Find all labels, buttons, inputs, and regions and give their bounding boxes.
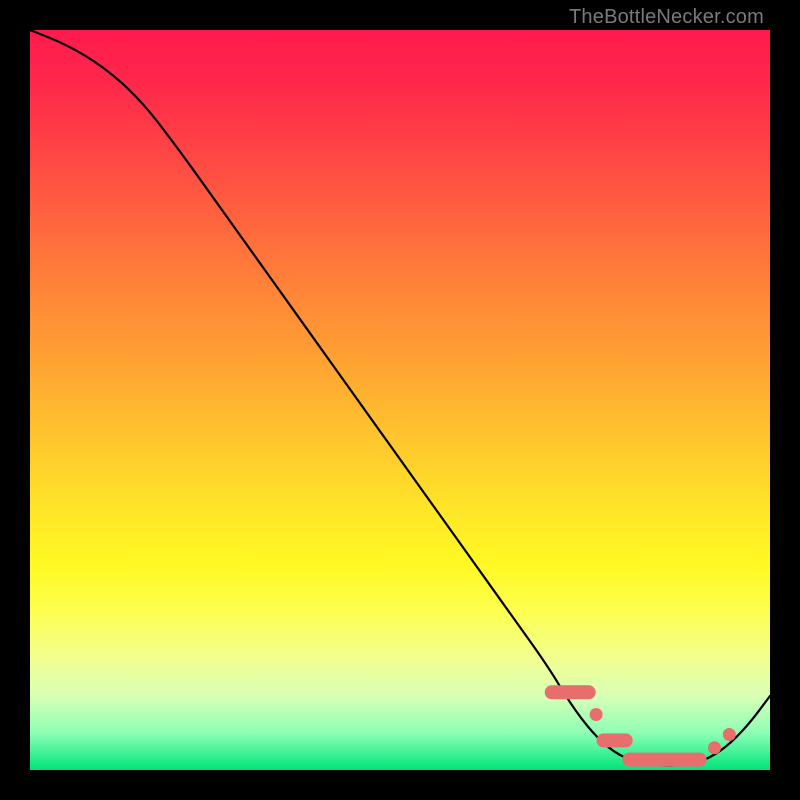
watermark-text: TheBottleNecker.com <box>569 6 764 29</box>
chart-svg <box>30 30 770 770</box>
curve-markers <box>545 685 736 766</box>
curve-marker-dot <box>708 741 721 754</box>
curve-marker-pill <box>545 685 596 699</box>
curve-marker-pill <box>597 733 633 747</box>
curve-marker-dot <box>590 708 603 721</box>
curve-marker-dot <box>723 728 736 741</box>
chart-plot-area <box>30 30 770 770</box>
curve-line <box>30 30 770 766</box>
curve-marker-pill <box>622 753 706 767</box>
